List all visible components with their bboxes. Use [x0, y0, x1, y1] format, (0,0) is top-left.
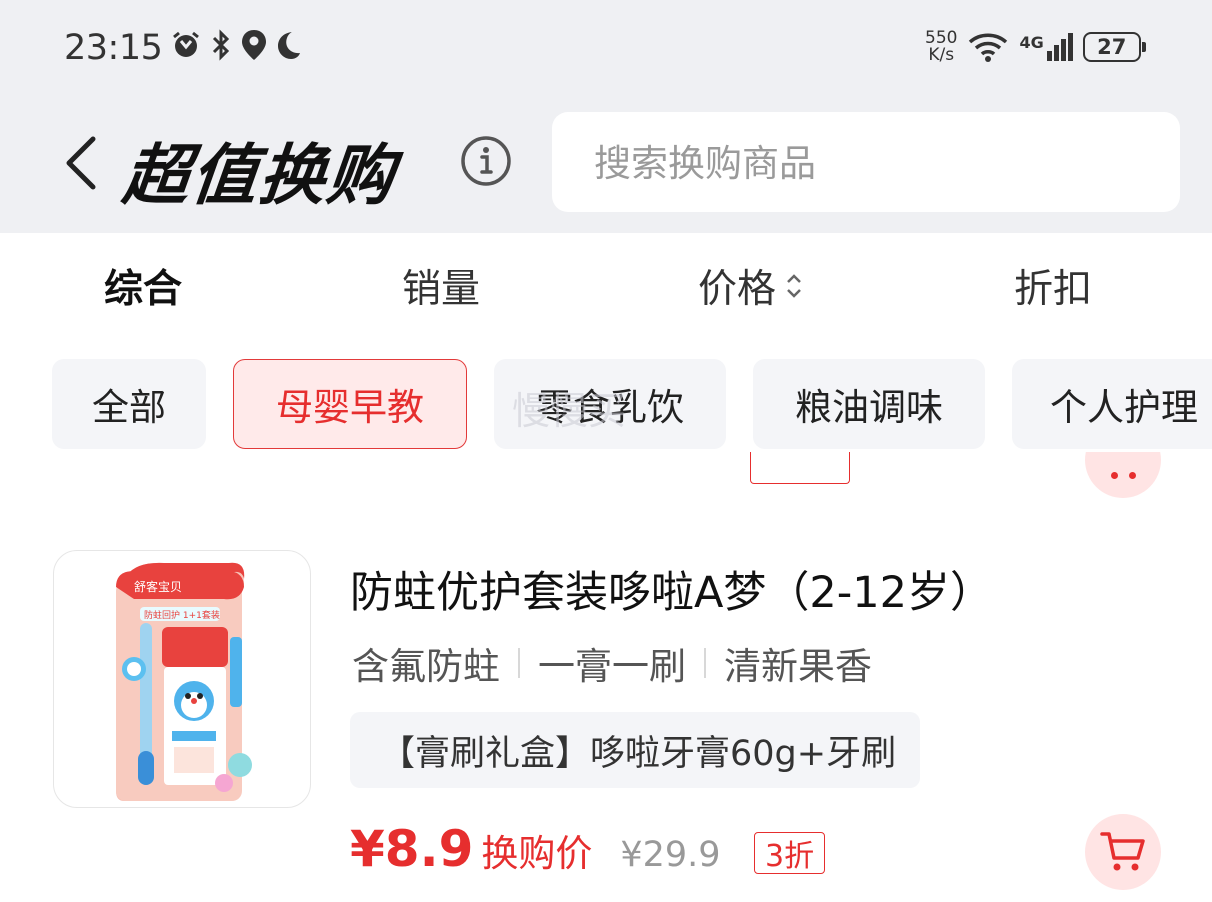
watermark: 慢慢买	[512, 389, 627, 433]
price-row: ¥8.9 换购价 ¥29.9	[350, 820, 721, 878]
chevron-left-icon	[66, 136, 96, 190]
search-box[interactable]	[552, 112, 1180, 214]
battery-icon: 27	[1082, 32, 1146, 62]
battery-level: 27	[1097, 35, 1127, 59]
location-icon	[242, 30, 266, 60]
product-tags: 含氟防蛀 一膏一刷 清新果香	[352, 636, 872, 690]
add-to-cart-button[interactable]	[1085, 814, 1161, 890]
cart-icon	[1100, 832, 1145, 871]
chip-label: 母婴早教	[276, 386, 424, 429]
status-icons-right: 550 K/s 4G 27	[925, 30, 1146, 64]
network-speed: 550 K/s	[925, 30, 957, 64]
sort-tab-label: 综合	[104, 267, 183, 312]
status-icons-left	[170, 28, 302, 62]
chip-label: 粮油调味	[795, 386, 943, 429]
alarm-icon	[173, 31, 199, 57]
sort-tab-label: 折扣	[1014, 267, 1093, 312]
product-spec: 【膏刷礼盒】哆啦牙膏60g+牙刷	[350, 712, 921, 788]
network-type: 4G	[1019, 33, 1044, 52]
product-title[interactable]: 防蛀优护套装哆啦A梦（2-12岁）	[350, 558, 993, 620]
info-icon	[461, 136, 511, 186]
chip-personal-care[interactable]: 个人护理	[1012, 359, 1212, 449]
product-spec-text: 【膏刷礼盒】哆啦牙膏60g+牙刷	[380, 733, 897, 774]
sort-tab-price[interactable]: 价格	[698, 258, 804, 314]
info-button[interactable]	[460, 135, 512, 187]
speed-unit: K/s	[928, 45, 955, 65]
image-brand-text: 舒客宝贝	[134, 579, 182, 594]
discount-text: 3折	[765, 839, 815, 874]
discount-badge: 3折	[754, 832, 826, 874]
chip-all[interactable]: 全部	[52, 359, 206, 449]
wifi-icon	[969, 33, 1008, 62]
bluetooth-icon	[212, 29, 230, 61]
product-image[interactable]: 舒客宝贝 防蛀回护 1+1套装	[53, 550, 311, 808]
chip-maternal-baby[interactable]: 母婴早教	[233, 359, 467, 449]
prev-discount-badge	[750, 452, 850, 484]
signal-icon: 4G	[1019, 33, 1073, 61]
sort-arrows-icon	[787, 274, 801, 298]
product-tag: 含氟防蛀	[352, 645, 500, 688]
chip-grain-oil[interactable]: 粮油调味	[753, 359, 985, 449]
original-price: ¥29.9	[620, 835, 721, 875]
toothpaste-giftbox-image: 舒客宝贝 防蛀回护 1+1套装	[116, 562, 252, 801]
sort-tab-discount[interactable]: 折扣	[1014, 258, 1092, 314]
prev-cart-button[interactable]	[1085, 452, 1161, 498]
search-input[interactable]	[592, 112, 1156, 214]
product-tag: 一膏一刷	[538, 645, 686, 688]
sort-tab-label: 价格	[698, 267, 777, 312]
chip-label: 个人护理	[1050, 386, 1198, 429]
sort-tab-label: 销量	[402, 267, 481, 312]
page-title: 超值换购	[119, 137, 400, 214]
sort-tab-sales[interactable]: 销量	[402, 258, 480, 314]
exchange-price-label: 换购价	[481, 832, 593, 875]
chip-label: 全部	[92, 386, 166, 429]
sort-tab-comprehensive[interactable]: 综合	[104, 258, 182, 314]
moon-icon	[278, 32, 300, 59]
tag-divider	[518, 648, 520, 678]
product-tag: 清新果香	[724, 645, 872, 688]
status-time: 23:15	[64, 28, 163, 68]
image-badge-text: 防蛀回护 1+1套装	[144, 609, 220, 621]
back-button[interactable]	[56, 128, 106, 198]
tag-divider	[704, 648, 706, 678]
exchange-price: ¥8.9	[350, 820, 474, 878]
